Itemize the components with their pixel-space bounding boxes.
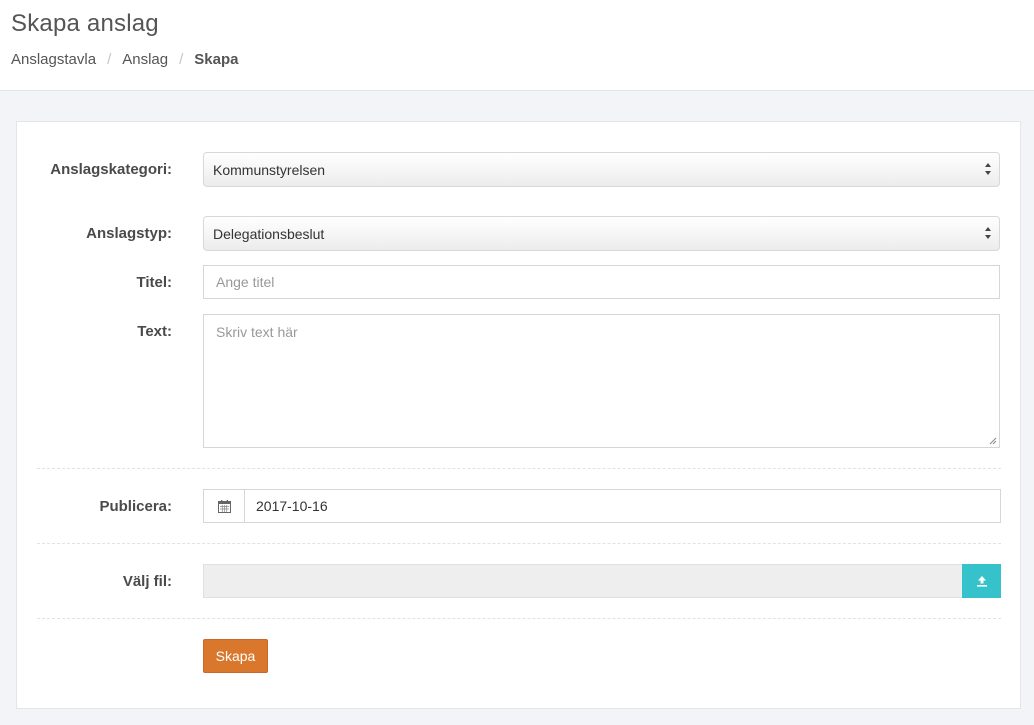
category-label: Anslagskategori: (50, 161, 172, 178)
file-label: Välj fil: (122, 573, 172, 590)
section-divider (37, 468, 1001, 469)
section-divider (37, 618, 1001, 619)
page-header: Skapa anslag Anslagstavla / Anslag / Ska… (0, 0, 1034, 91)
file-picker[interactable] (203, 564, 1001, 598)
select-arrows-icon (985, 227, 991, 239)
text-label: Text: (137, 323, 172, 340)
type-select[interactable]: Delegationsbeslut (203, 216, 1000, 251)
create-form-panel: Anslagskategori: Kommunstyrelsen Anslags… (16, 121, 1021, 709)
publish-date-picker[interactable]: 2017-10-16 (203, 489, 1001, 523)
text-textarea[interactable]: Skriv text här (203, 314, 1000, 448)
calendar-icon (217, 499, 231, 513)
calendar-button[interactable] (204, 490, 245, 522)
category-selected-value: Kommunstyrelsen (213, 162, 326, 178)
file-name-field[interactable] (203, 564, 962, 598)
breadcrumb-item-current: Skapa (194, 51, 239, 68)
type-label: Anslagstyp: (86, 225, 172, 242)
breadcrumb-item-anslag[interactable]: Anslag (122, 51, 168, 68)
select-arrows-icon (985, 163, 991, 175)
page-title: Skapa anslag (11, 10, 159, 37)
publish-date-value[interactable]: 2017-10-16 (245, 490, 1000, 522)
submit-button[interactable]: Skapa (203, 639, 268, 673)
type-selected-value: Delegationsbeslut (213, 226, 325, 242)
title-label: Titel: (136, 274, 172, 291)
category-select[interactable]: Kommunstyrelsen (203, 152, 1000, 187)
section-divider (37, 543, 1001, 544)
breadcrumb-item-anslagstavla[interactable]: Anslagstavla (11, 51, 96, 68)
text-placeholder: Skriv text här (216, 324, 298, 340)
breadcrumb: Anslagstavla / Anslag / Skapa (11, 51, 238, 68)
breadcrumb-separator: / (107, 51, 112, 68)
upload-icon (976, 576, 987, 587)
resize-grip-icon[interactable] (989, 437, 997, 445)
title-placeholder: Ange titel (216, 274, 275, 290)
publish-label: Publicera: (99, 498, 172, 515)
title-input[interactable]: Ange titel (203, 265, 1000, 299)
breadcrumb-separator: / (179, 51, 184, 68)
upload-button[interactable] (962, 564, 1001, 598)
